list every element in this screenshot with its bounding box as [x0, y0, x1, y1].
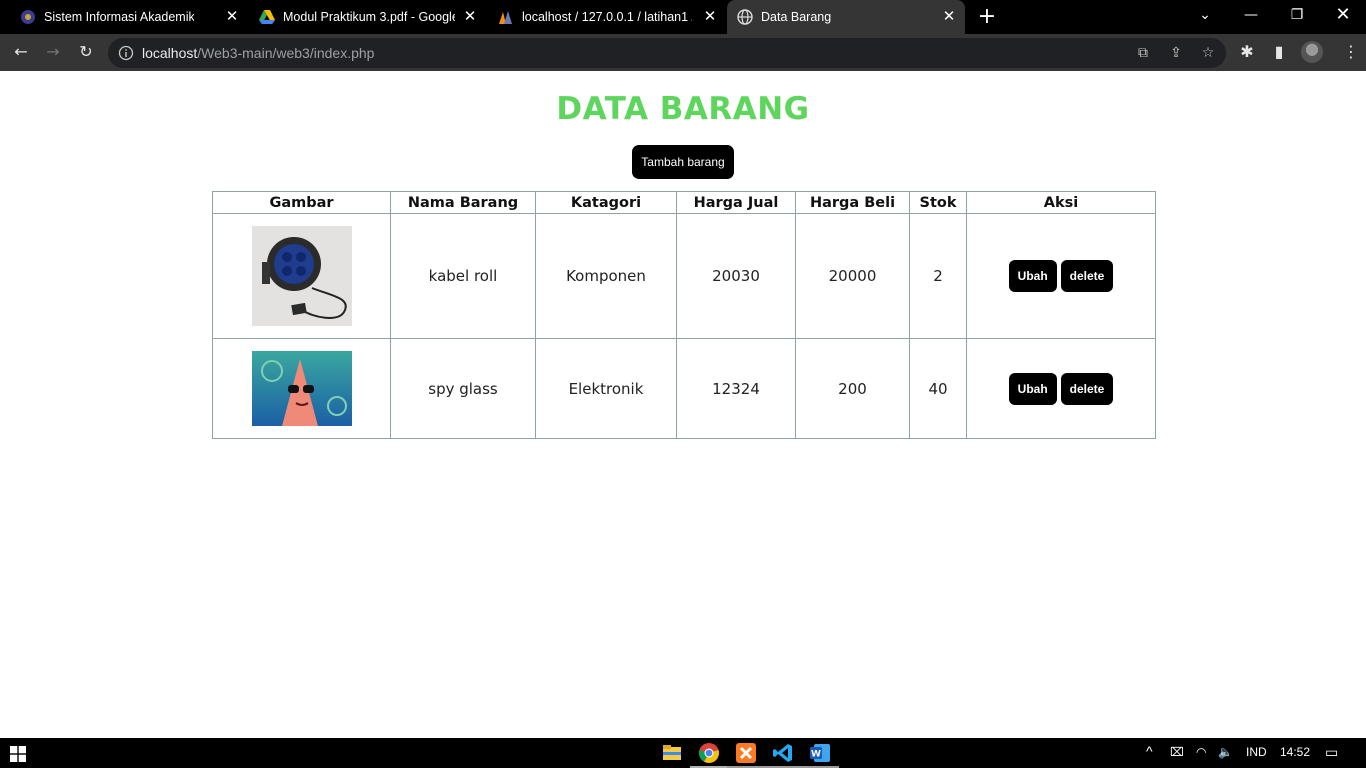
vscode-icon[interactable] [772, 742, 794, 764]
forward-icon[interactable]: → [43, 42, 63, 62]
cell-katagori: Komponen [535, 213, 677, 339]
tab-label: localhost / 127.0.0.1 / latihan1 / d [522, 10, 692, 24]
col-header-stok: Stok [909, 191, 967, 214]
cell-aksi: Ubah delete [966, 213, 1156, 339]
cell-stok: 2 [909, 213, 967, 339]
back-icon[interactable]: ← [11, 42, 31, 62]
chevron-up-icon[interactable]: ^ [1146, 743, 1153, 759]
cell-stok: 40 [909, 338, 967, 439]
tab-siakad[interactable]: Sistem Informasi Akademik ✕ [0, 0, 248, 34]
cell-harga-jual: 12324 [676, 338, 796, 439]
url-path: /Web3-main/web3/index.php [197, 45, 375, 61]
tab-modul[interactable]: Modul Praktikum 3.pdf - Google ✕ [248, 0, 488, 34]
close-icon[interactable]: ✕ [462, 9, 478, 25]
delete-button[interactable]: delete [1060, 260, 1114, 292]
google-drive-icon [259, 10, 275, 24]
minimize-button[interactable]: — [1228, 0, 1274, 34]
extensions-icon[interactable]: ✱ [1237, 42, 1257, 62]
word-icon[interactable]: W [809, 742, 831, 764]
page-content: DATA BARANG Tambah barang Gambar Nama Ba… [0, 71, 1366, 738]
table-row: spy glass Elektronik 12324 200 40 Ubah de… [212, 338, 1156, 439]
svg-text:W: W [811, 750, 821, 760]
browser-toolbar: ← → ↻ localhost/Web3-main/web3/index.php… [0, 34, 1366, 71]
col-header-harga-beli: Harga Beli [795, 191, 910, 214]
close-icon[interactable]: ✕ [941, 9, 957, 25]
network-off-icon[interactable]: ⌧ [1170, 745, 1184, 759]
tab-data-barang[interactable]: Data Barang ✕ [727, 0, 965, 34]
cable-reel-photo [251, 226, 352, 326]
campus-logo-icon [21, 10, 35, 24]
language-indicator[interactable]: IND [1246, 745, 1267, 759]
tab-phpmyadmin[interactable]: localhost / 127.0.0.1 / latihan1 / d ✕ [488, 0, 726, 34]
cell-nama: kabel roll [390, 213, 536, 339]
translate-icon[interactable]: ⧉ [1133, 43, 1153, 63]
windows-taskbar: W ^ ⌧ ◠ 🔈 IND 14:52 ▭ [0, 738, 1366, 768]
profile-avatar[interactable] [1301, 41, 1323, 63]
tab-label: Sistem Informasi Akademik [44, 10, 194, 24]
side-panel-icon[interactable]: ▮ [1269, 42, 1289, 62]
windows-start-icon[interactable] [10, 746, 26, 762]
table-header-row: Gambar Nama Barang Katagori Harga Jual H… [212, 191, 1156, 214]
edit-button[interactable]: Ubah [1008, 372, 1057, 405]
close-icon[interactable]: ✕ [702, 9, 718, 25]
col-header-nama: Nama Barang [390, 191, 536, 214]
add-item-button[interactable]: Tambah barang [632, 145, 734, 179]
wifi-icon[interactable]: ◠ [1196, 745, 1206, 759]
url-text[interactable]: localhost/Web3-main/web3/index.php [142, 45, 374, 61]
file-explorer-icon[interactable] [661, 742, 683, 764]
share-icon[interactable]: ⇪ [1166, 43, 1186, 63]
notification-icon[interactable]: ▭ [1325, 744, 1338, 761]
restore-button[interactable]: ❐ [1274, 0, 1320, 34]
cell-nama: spy glass [390, 338, 536, 439]
cell-aksi: Ubah delete [966, 338, 1156, 439]
window-close-button[interactable]: ✕ [1320, 0, 1366, 34]
col-header-harga-jual: Harga Jual [676, 191, 796, 214]
menu-kebab-icon[interactable]: ⋮ [1341, 42, 1361, 62]
page-title: DATA BARANG [556, 91, 810, 127]
site-info-icon[interactable] [118, 45, 134, 61]
cell-gambar [212, 213, 391, 339]
clock-time[interactable]: 14:52 [1280, 745, 1310, 759]
col-header-katagori: Katagori [535, 191, 677, 214]
tab-search-icon[interactable]: ⌄ [1182, 0, 1228, 34]
cell-katagori: Elektronik [535, 338, 677, 439]
edit-button[interactable]: Ubah [1008, 260, 1057, 292]
volume-icon[interactable]: 🔈 [1218, 745, 1233, 759]
items-table: Gambar Nama Barang Katagori Harga Jual H… [212, 191, 1156, 439]
globe-icon [737, 9, 753, 25]
url-host: localhost [142, 45, 198, 61]
bookmark-star-icon[interactable]: ☆ [1198, 43, 1218, 63]
patrick-star-cartoon [251, 351, 352, 426]
table-row: kabel roll Komponen 20030 20000 2 Ubah de… [212, 213, 1156, 339]
phpmyadmin-icon [499, 11, 512, 24]
cell-harga-beli: 200 [795, 338, 910, 439]
tab-strip: Sistem Informasi Akademik ✕ Modul Prakti… [0, 0, 1366, 34]
cell-gambar [212, 338, 391, 439]
close-icon[interactable]: ✕ [224, 9, 240, 25]
delete-button[interactable]: delete [1060, 372, 1114, 405]
xampp-icon[interactable] [735, 742, 757, 764]
cell-harga-beli: 20000 [795, 213, 910, 339]
col-header-aksi: Aksi [966, 191, 1156, 214]
cell-harga-jual: 20030 [676, 213, 796, 339]
address-bar[interactable]: localhost/Web3-main/web3/index.php ⧉ ⇪ ☆ [108, 38, 1226, 68]
col-header-gambar: Gambar [212, 191, 391, 214]
new-tab-button[interactable]: + [976, 6, 998, 28]
reload-icon[interactable]: ↻ [76, 42, 96, 62]
tab-label: Data Barang [761, 10, 832, 24]
tab-label: Modul Praktikum 3.pdf - Google [283, 10, 455, 24]
chrome-icon[interactable] [698, 742, 720, 764]
